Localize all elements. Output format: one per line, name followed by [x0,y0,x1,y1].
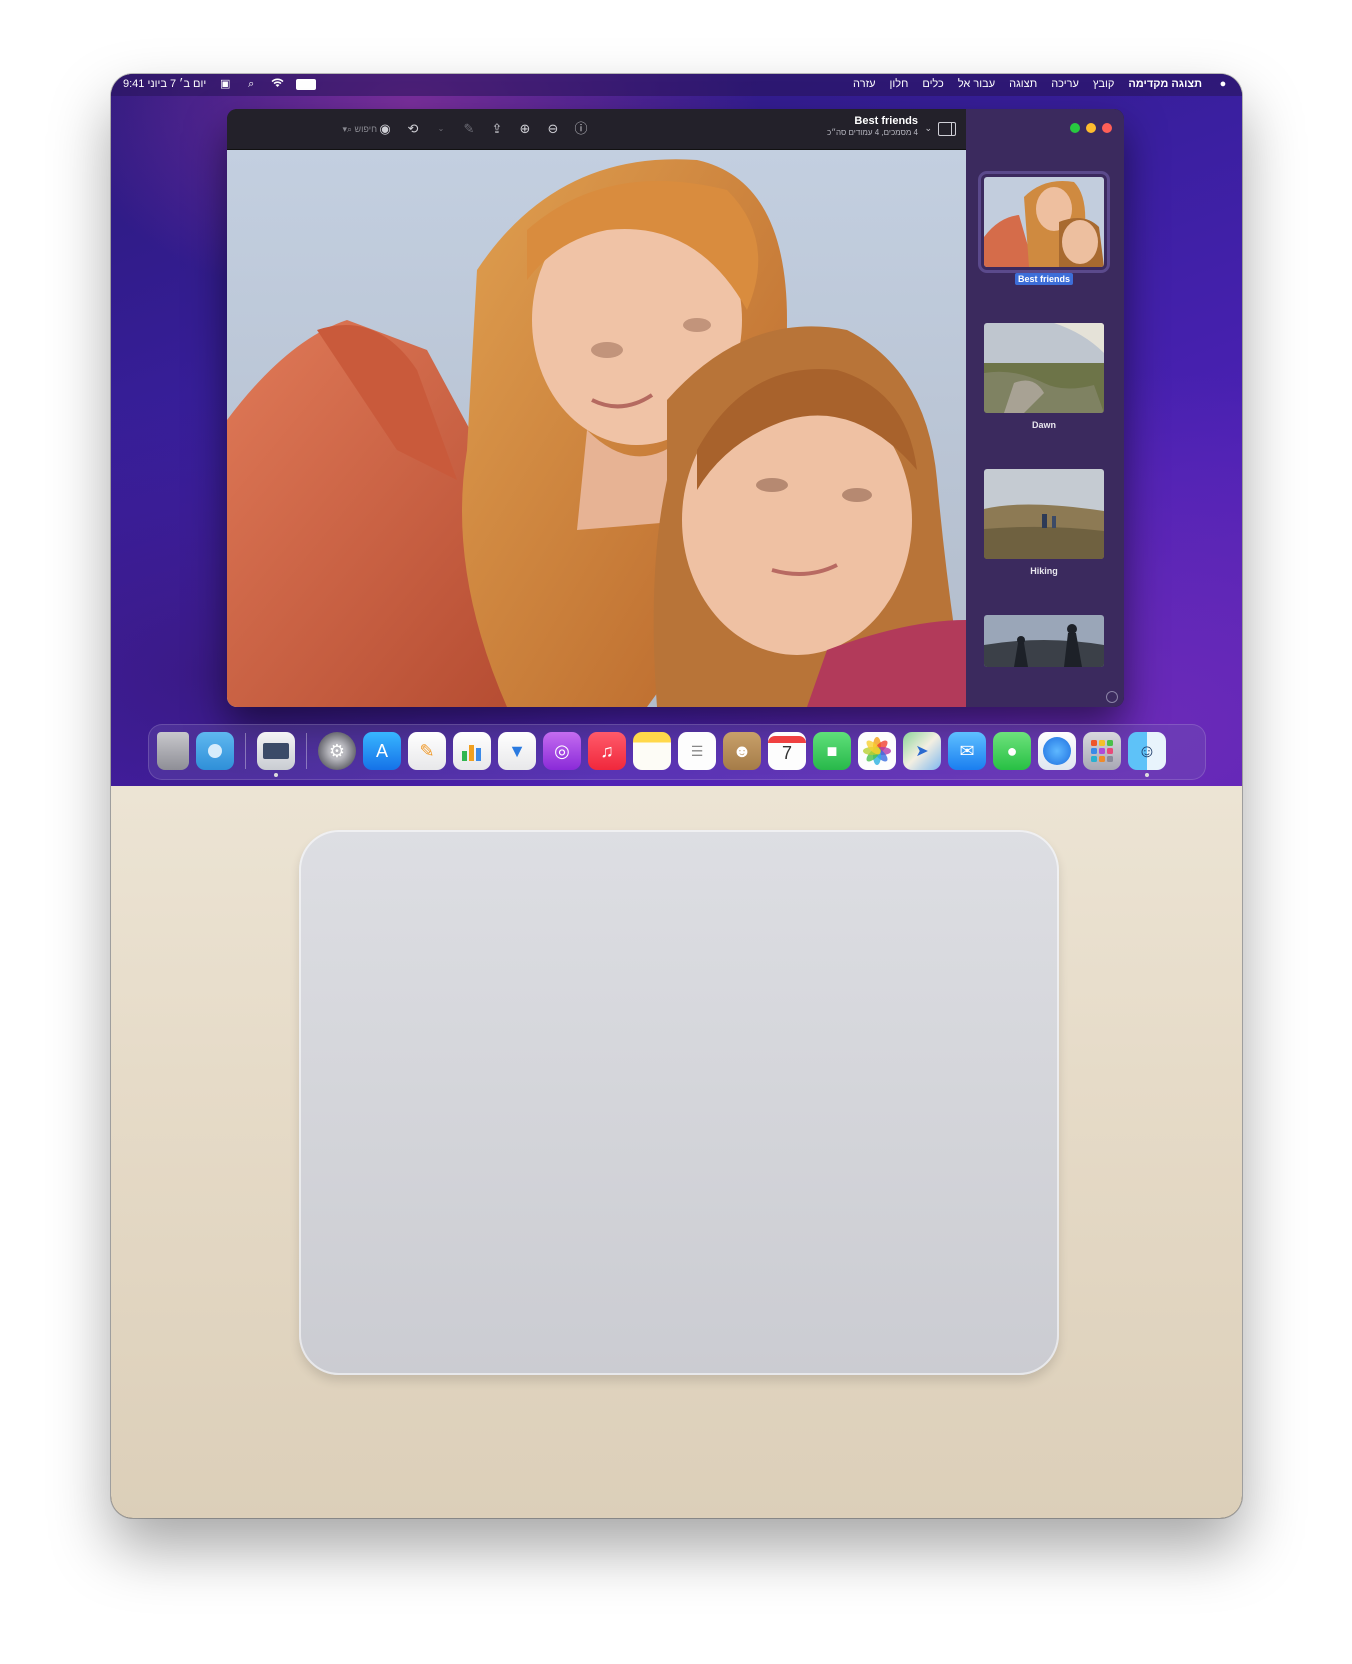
control-center-icon[interactable]: ▣ [218,78,232,90]
menu-go[interactable]: עבור אל [958,78,995,90]
minimize-button[interactable] [1086,123,1096,133]
thumbnail-best-friends[interactable]: Best friends [978,171,1110,287]
safari-icon[interactable] [1038,732,1076,770]
dock-separator [306,733,307,769]
app-store-icon[interactable]: A [363,732,401,770]
safari-compass [1043,737,1071,765]
rotate-icon[interactable]: ⟲ [405,121,421,137]
mac-screen: יום ב׳ 7 ביוני 9:41 ▣ ⌕ ● תצוגה מקדימה ק… [111,74,1242,786]
maps-icon[interactable]: ➤ [903,732,941,770]
trash-icon[interactable] [157,732,189,770]
photos-icon[interactable] [858,732,896,770]
toolbar-icons: ◉ ⟲ ⌄ ✎ ⇪ ⊕ ⊖ ⓘ [377,121,589,137]
document-subtitle: 4 מסמכים, 4 עמודים סה״כ [827,128,918,137]
launchpad-icon[interactable] [1083,732,1121,770]
status-area: יום ב׳ 7 ביוני 9:41 ▣ ⌕ [123,78,317,90]
dock-items: ⚙ A ✎ ▼ ◎ ♫ ☰ ☻ 7 ■ ➤ ✉ ● ☺ [157,732,1166,777]
wifi-icon[interactable] [270,78,284,90]
close-button[interactable] [1102,123,1112,133]
music-icon[interactable]: ♫ [588,732,626,770]
clock[interactable]: יום ב׳ 7 ביוני 9:41 [123,78,206,90]
thumbnail-hiking[interactable]: Hiking [979,469,1109,579]
app-name-menu[interactable]: תצוגה מקדימה [1128,78,1202,90]
maps-glyph: ➤ [915,743,929,760]
thumbnail-image [984,469,1104,559]
folder-icon[interactable] [196,732,234,770]
numbers-icon[interactable] [453,732,491,770]
zoom-out-icon[interactable]: ⊖ [545,121,561,137]
menu-window[interactable]: חלון [890,78,909,90]
menu-edit[interactable]: עריכה [1051,78,1079,90]
toolbar: חיפוש ⌕▾ ◉ ⟲ ⌄ ✎ ⇪ ⊕ ⊖ ⓘ Best friends 4 … [227,109,966,150]
thumbnail-sidebar: Best friends Dawn Hiking [966,109,1124,707]
device-frame: יום ב׳ 7 ביוני 9:41 ▣ ⌕ ● תצוגה מקדימה ק… [111,74,1242,1518]
chevron-down-icon[interactable]: ⌄ [433,121,449,137]
menu-view[interactable]: תצוגה [1009,78,1037,90]
share-icon[interactable]: ⇪ [489,121,505,137]
calendar-icon[interactable]: 7 [768,732,806,770]
document-title-area[interactable]: Best friends 4 מסמכים, 4 עמודים סה״כ [827,115,918,137]
dock: ⚙ A ✎ ▼ ◎ ♫ ☰ ☻ 7 ■ ➤ ✉ ● ☺ [148,724,1206,780]
podcasts-icon[interactable]: ◎ [543,732,581,770]
preview-window: חיפוש ⌕▾ ◉ ⟲ ⌄ ✎ ⇪ ⊕ ⊖ ⓘ Best friends 4 … [227,109,1124,707]
finder-icon[interactable]: ☺ [1128,732,1166,777]
menu-tools[interactable]: כלים [922,78,943,90]
calendar-header [768,735,806,743]
pages-icon[interactable]: ✎ [408,732,446,770]
download-glyph [208,744,222,758]
battery-icon[interactable] [296,78,317,90]
messages-icon[interactable]: ● [993,732,1031,770]
markup-icon[interactable]: ✎ [461,121,477,137]
thumbnail-label: Hiking [1030,566,1058,576]
desk-surface [111,786,1242,1518]
sidebar-toggle-icon[interactable] [938,122,956,136]
dock-separator [245,733,246,769]
thumbnail-label: Dawn [1031,420,1056,430]
preview-icon[interactable] [257,732,295,777]
thumbnail-image [984,323,1104,413]
thumbnail-dawn[interactable]: Dawn [979,323,1109,433]
notes-icon[interactable] [633,732,671,770]
window-controls [1070,123,1112,133]
preview-glyph [263,743,289,759]
running-indicator [1145,773,1149,777]
zoom-in-icon[interactable]: ⊕ [517,121,533,137]
sidebar-resize-handle[interactable] [1106,691,1118,703]
app-menus: ● תצוגה מקדימה קובץ עריכה תצוגה עבור אל … [853,78,1230,90]
menu-help[interactable]: עזרה [853,78,875,90]
keynote-icon[interactable]: ▼ [498,732,536,770]
finder-face: ☺ [1137,740,1157,761]
main-photo [227,150,966,707]
search-icon[interactable]: ⌕ [244,78,258,90]
reminders-icon[interactable]: ☰ [678,732,716,770]
menu-file[interactable]: קובץ [1093,78,1114,90]
thumbnail-label: Best friends [1014,273,1073,285]
thumbnail-image [984,615,1104,667]
thumbnail-image [978,171,1110,273]
apple-logo-icon[interactable]: ● [1216,78,1230,90]
chevron-down-icon[interactable]: ⌄ [924,123,932,134]
thumbnail-fourth[interactable] [979,615,1109,667]
search-icon: ⌕▾ [342,124,352,134]
gear-icon[interactable]: ⚙ [318,732,356,770]
menu-bar: יום ב׳ 7 ביוני 9:41 ▣ ⌕ ● תצוגה מקדימה ק… [111,74,1242,96]
zoom-button[interactable] [1070,123,1080,133]
document-title: Best friends [854,115,918,127]
search-field[interactable]: חיפוש ⌕▾ [327,121,377,137]
running-indicator [274,773,278,777]
facetime-icon[interactable]: ■ [813,732,851,770]
magic-trackpad[interactable] [299,830,1059,1375]
highlight-icon[interactable]: ◉ [377,121,393,137]
search-placeholder: חיפוש [354,124,377,134]
calendar-day: 7 [781,742,792,763]
contacts-icon[interactable]: ☻ [723,732,761,770]
info-icon[interactable]: ⓘ [573,121,589,137]
mail-icon[interactable]: ✉ [948,732,986,770]
